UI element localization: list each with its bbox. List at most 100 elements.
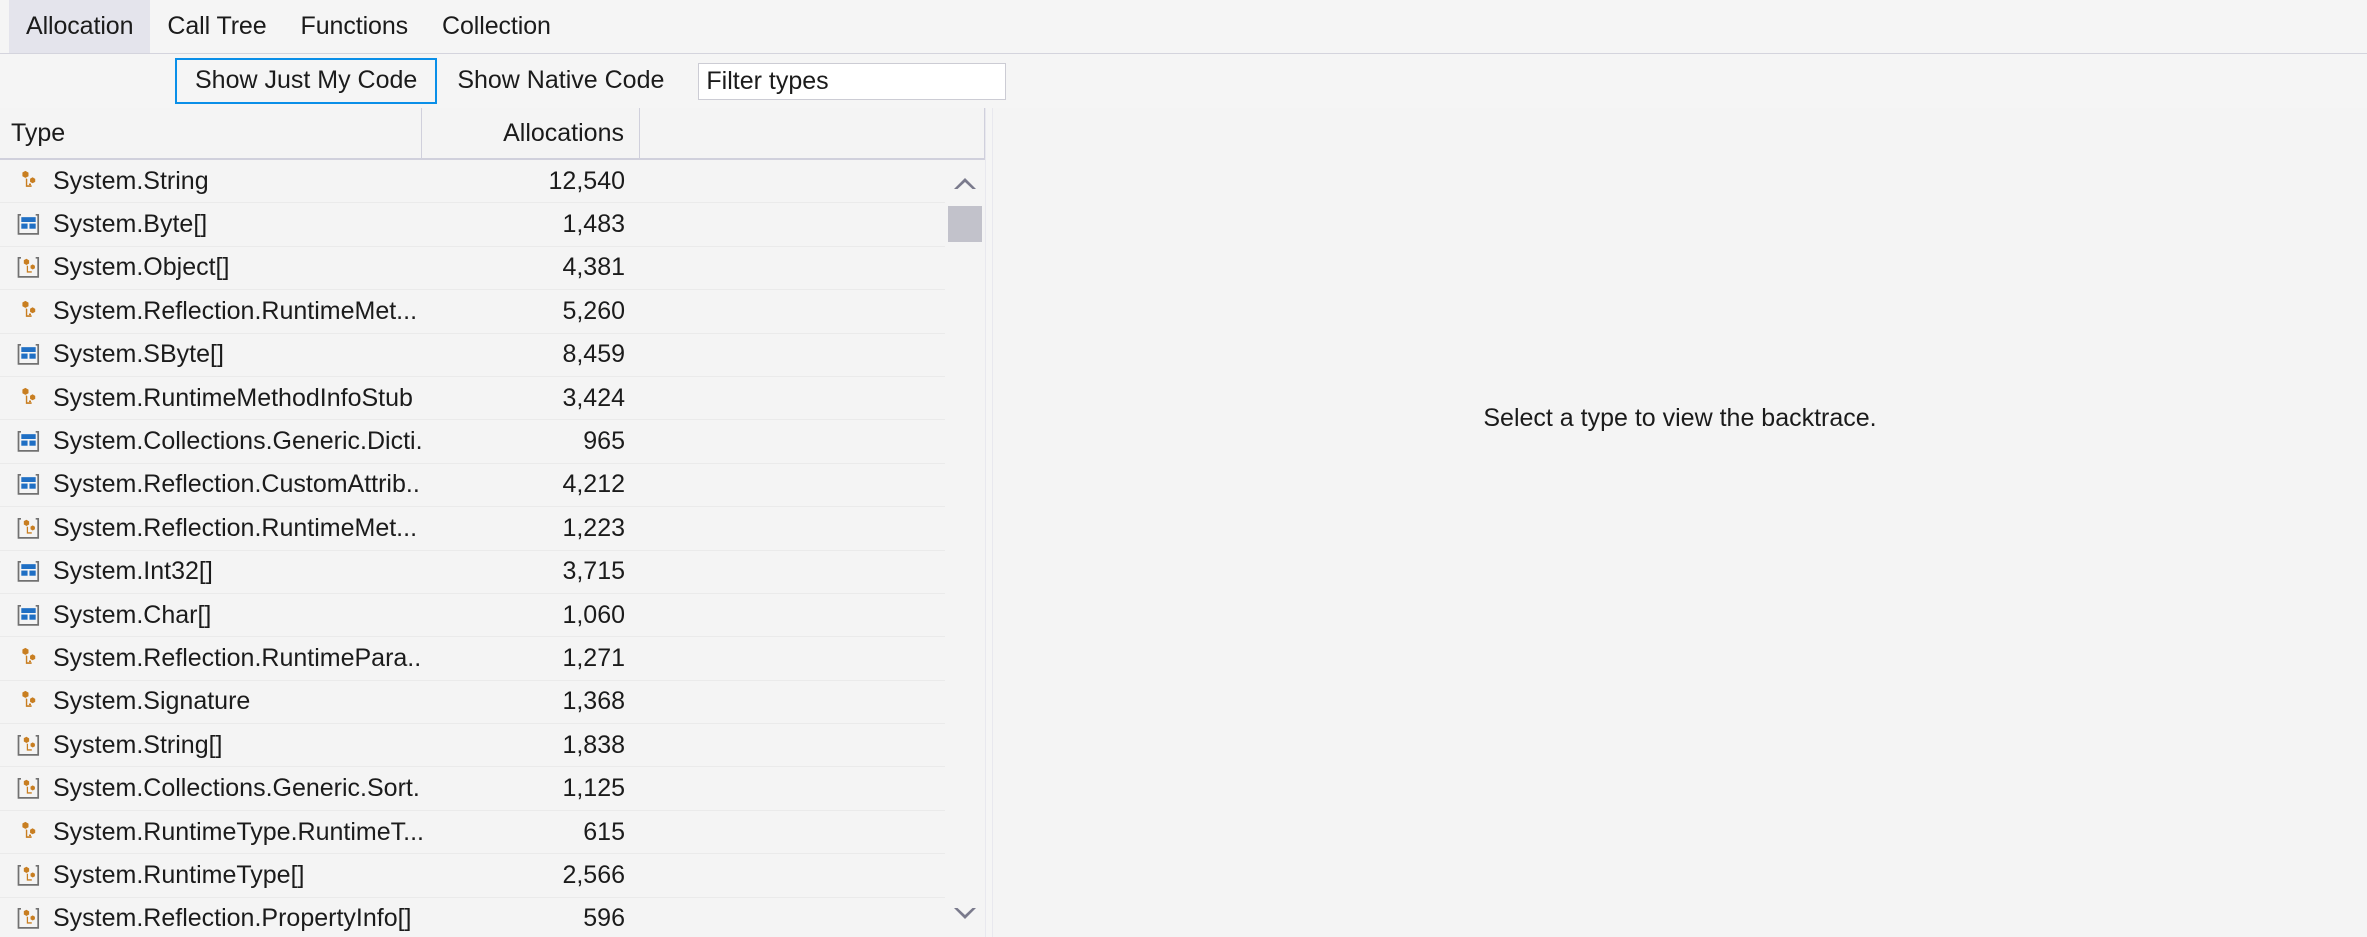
cell-type: System.Reflection.PropertyInfo[] (0, 904, 422, 933)
cell-type: System.Reflection.CustomAttrib... (0, 470, 422, 499)
table-row[interactable]: System.Collections.Generic.Dicti... 965 (0, 420, 985, 464)
tab-collection[interactable]: Collection (425, 0, 568, 53)
type-name-label: System.String[] (53, 730, 223, 759)
cell-type: System.String[] (0, 731, 422, 760)
filter-toolbar: Show Just My Code Show Native Code (0, 54, 2367, 108)
table-row[interactable]: System.RuntimeMethodInfoStub 3,424 (0, 377, 985, 421)
table-row[interactable]: System.String[] 1,838 (0, 724, 985, 768)
cell-allocations: 3,424 (562, 383, 625, 412)
class-icon (16, 299, 41, 324)
table-row[interactable]: System.RuntimeType.RuntimeT... 615 (0, 811, 985, 855)
table-row[interactable]: System.Reflection.RuntimePara... 1,271 (0, 637, 985, 681)
grid-header-row: Type Allocations (0, 108, 985, 160)
tab-collection-label: Collection (442, 12, 551, 40)
scrollbar-thumb[interactable] (948, 206, 982, 242)
class-array-icon (16, 776, 41, 801)
allocation-type-grid: Type Allocations System.String 12,540 Syst… (0, 108, 985, 937)
type-name-label: System.Reflection.CustomAttrib... (53, 470, 422, 499)
type-name-label: System.Object[] (53, 253, 230, 282)
cell-allocations: 4,212 (562, 470, 625, 499)
type-name-label: System.Collections.Generic.Dicti... (53, 427, 422, 456)
backtrace-placeholder-message: Select a type to view the backtrace. (1483, 404, 1877, 432)
grid-rows: System.String 12,540 System.Byte[] 1,483 Sys… (0, 160, 985, 937)
cell-allocations: 1,271 (562, 643, 625, 672)
type-name-label: System.RuntimeMethodInfoStub (53, 383, 413, 412)
filter-types-input[interactable] (698, 62, 1007, 100)
class-icon (16, 646, 41, 671)
table-row[interactable]: System.String 12,540 (0, 160, 985, 204)
class-array-icon (16, 863, 41, 888)
grid-vertical-scrollbar[interactable] (945, 160, 985, 937)
type-name-label: System.Signature (53, 687, 251, 716)
cell-allocations: 596 (583, 904, 625, 933)
show-native-code-button[interactable]: Show Native Code (437, 58, 685, 104)
class-array-icon (16, 733, 41, 758)
table-row[interactable]: System.Reflection.CustomAttrib... 4,212 (0, 464, 985, 508)
struct-array-icon (16, 212, 41, 237)
scrollbar-track[interactable] (945, 206, 985, 891)
scroll-up-button[interactable] (945, 160, 985, 206)
table-row[interactable]: System.Signature 1,368 (0, 681, 985, 725)
table-row[interactable]: System.Reflection.PropertyInfo[] 596 (0, 898, 985, 937)
table-row[interactable]: System.Object[] 4,381 (0, 247, 985, 291)
cell-allocations: 1,060 (562, 600, 625, 629)
cell-type: System.Collections.Generic.Sort... (0, 774, 422, 803)
cell-type: System.Collections.Generic.Dicti... (0, 427, 422, 456)
cell-allocations: 5,260 (562, 296, 625, 325)
class-array-icon (16, 255, 41, 280)
type-name-label: System.Reflection.PropertyInfo[] (53, 904, 412, 933)
struct-array-icon (16, 342, 41, 367)
content-area: Type Allocations System.String 12,540 Syst… (0, 108, 2367, 937)
type-name-label: System.Int32[] (53, 557, 213, 586)
column-header-type-label: Type (11, 118, 66, 147)
type-name-label: System.SByte[] (53, 340, 224, 369)
table-row[interactable]: System.Byte[] 1,483 (0, 203, 985, 247)
cell-type: System.SByte[] (0, 340, 422, 369)
class-icon (16, 169, 41, 194)
cell-type: System.String (0, 167, 422, 196)
table-row[interactable]: System.Int32[] 3,715 (0, 551, 985, 594)
type-name-label: System.RuntimeType[] (53, 860, 305, 889)
column-header-type[interactable]: Type (0, 108, 422, 158)
scroll-down-button[interactable] (945, 891, 985, 937)
backtrace-detail-pane: Select a type to view the backtrace. (993, 108, 2367, 937)
column-header-allocations[interactable]: Allocations (422, 108, 640, 158)
grid-scroll-region: System.String 12,540 System.Byte[] 1,483 Sys… (0, 160, 985, 937)
type-name-label: System.Reflection.RuntimePara... (53, 643, 422, 672)
cell-allocations: 8,459 (562, 340, 625, 369)
show-just-my-code-button[interactable]: Show Just My Code (175, 58, 438, 104)
class-icon (16, 386, 41, 411)
cell-type: System.Char[] (0, 601, 422, 630)
class-array-icon (16, 906, 41, 931)
pane-splitter[interactable] (985, 108, 993, 937)
table-row[interactable]: System.RuntimeType[] 2,566 (0, 854, 985, 898)
table-row[interactable]: System.Collections.Generic.Sort... 1,125 (0, 767, 985, 811)
tab-strip: Allocation Call Tree Functions Collectio… (0, 0, 2367, 54)
tab-functions[interactable]: Functions (284, 0, 426, 53)
table-row[interactable]: System.Reflection.RuntimeMet... 1,223 (0, 507, 985, 551)
cell-allocations: 2,566 (562, 860, 625, 889)
chevron-down-icon (952, 906, 978, 922)
allocation-profiler-window: Allocation Call Tree Functions Collectio… (0, 0, 2367, 937)
tab-call-tree[interactable]: Call Tree (150, 0, 283, 53)
table-row[interactable]: System.Reflection.RuntimeMet... 5,260 (0, 290, 985, 334)
type-name-label: System.String (53, 166, 209, 195)
cell-type: System.RuntimeType.RuntimeT... (0, 818, 422, 847)
tab-allocation[interactable]: Allocation (9, 0, 151, 53)
cell-type: System.Byte[] (0, 210, 422, 239)
type-name-label: System.Char[] (53, 600, 212, 629)
type-name-label: System.RuntimeType.RuntimeT... (53, 817, 422, 846)
cell-type: System.Reflection.RuntimeMet... (0, 297, 422, 326)
struct-array-icon (16, 559, 41, 584)
class-icon (16, 689, 41, 714)
table-row[interactable]: System.SByte[] 8,459 (0, 334, 985, 377)
cell-type: System.Int32[] (0, 557, 422, 586)
cell-allocations: 12,540 (548, 166, 625, 195)
tab-functions-label: Functions (300, 12, 409, 40)
tab-call-tree-label: Call Tree (167, 12, 267, 40)
type-name-label: System.Byte[] (53, 210, 208, 239)
type-name-label: System.Collections.Generic.Sort... (53, 774, 422, 803)
table-row[interactable]: System.Char[] 1,060 (0, 594, 985, 638)
column-header-allocations-label: Allocations (503, 118, 624, 147)
cell-type: System.Reflection.RuntimeMet... (0, 514, 422, 543)
